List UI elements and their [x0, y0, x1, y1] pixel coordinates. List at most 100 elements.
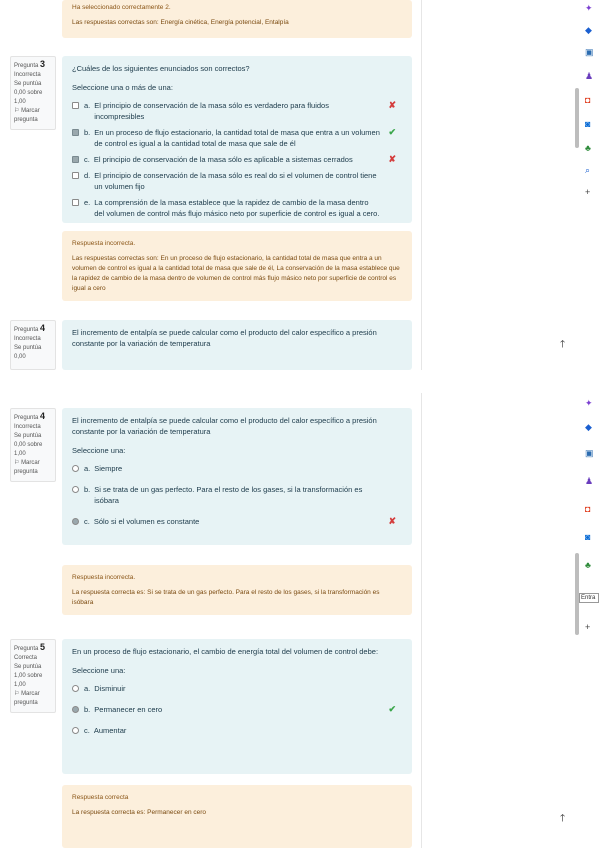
answer-option[interactable]: c. Sólo si el volumen es constante ✘ [72, 514, 402, 530]
answer-letter: d. [84, 171, 91, 180]
answer-text: El principio de conservación de la masa … [94, 101, 329, 121]
answer-option[interactable]: a. El principio de conservación de la ma… [72, 98, 402, 125]
answer-letter: b. [84, 128, 91, 137]
answer-letter: a. [84, 101, 91, 110]
answer-option[interactable]: b. Permanecer en cero ✔ [72, 702, 402, 718]
radio-button[interactable] [72, 486, 79, 493]
add-icon[interactable]: + [585, 188, 590, 197]
radio-button[interactable] [72, 706, 79, 713]
answer-text: La comprensión de la masa establece que … [94, 198, 380, 218]
answer-text: El principio de conservación de la masa … [94, 171, 377, 191]
question-5-feedback: Respuesta correcta La respuesta correcta… [62, 785, 412, 848]
scrollbar-thumb[interactable] [575, 88, 579, 148]
previous-feedback-line2: Las respuestas correctas son: Energía ci… [72, 19, 289, 26]
sidebar-rail: ✦ ◆ ▣ ♟ ◘ ◙ ♣ ⌕ + [581, 0, 599, 370]
question-5-score: Se puntúa 1,00 sobre 1,00 [14, 664, 43, 688]
flag-icon: ⚐ [14, 108, 20, 114]
incorrect-icon: ✘ [388, 516, 396, 526]
question-4-prompt: El incremento de entalpía se puede calcu… [72, 416, 377, 436]
question-4-feedback: Respuesta incorrecta. La respuesta corre… [62, 565, 412, 615]
question-3-feedback: Respuesta incorrecta. Las respuestas cor… [62, 231, 412, 301]
checkbox[interactable] [72, 102, 79, 109]
radio-button[interactable] [72, 685, 79, 692]
answer-option[interactable]: e. La comprensión de la masa establece q… [72, 195, 402, 222]
radio-button[interactable] [72, 727, 79, 734]
checkbox[interactable] [72, 172, 79, 179]
diamond-icon[interactable]: ◆ [585, 423, 592, 432]
feedback-title: Respuesta correcta [72, 794, 129, 801]
person-icon[interactable]: ♟ [585, 72, 593, 81]
answer-option[interactable]: b. Si se trata de un gas perfecto. Para … [72, 482, 402, 509]
question-3-score: Se puntúa 0,00 sobre 1,00 [14, 81, 43, 105]
scroll-to-top-icon[interactable]: 🡑 [560, 811, 565, 828]
question-3-status: Incorrecta [14, 72, 41, 78]
answer-letter: e. [84, 198, 91, 207]
question-4-select-label: Seleccione una: [72, 446, 126, 455]
correct-icon: ✔ [388, 704, 396, 714]
answer-letter: c. [84, 155, 90, 164]
question-3-info: Pregunta 3 Incorrecta Se puntúa 0,00 sob… [10, 56, 56, 130]
answer-letter: c. [84, 726, 90, 735]
briefcase-icon[interactable]: ▣ [585, 449, 594, 458]
incorrect-icon: ✘ [388, 154, 396, 164]
checkbox[interactable] [72, 156, 79, 163]
tree-icon[interactable]: ♣ [585, 144, 591, 153]
radio-button[interactable] [72, 465, 79, 472]
question-4-number: Pregunta 4 [14, 411, 46, 422]
answer-text: Aumentar [93, 726, 127, 735]
question-5-info: Pregunta 5 Correcta Se puntúa 1,00 sobre… [10, 639, 56, 713]
correct-icon: ✔ [388, 127, 396, 137]
outlook-icon[interactable]: ◙ [585, 120, 590, 129]
diamond-icon[interactable]: ◆ [585, 26, 592, 35]
question-4-status: Incorrecta [14, 424, 41, 430]
answer-option[interactable]: b. En un proceso de flujo estacionario, … [72, 125, 402, 152]
radio-button[interactable] [72, 518, 79, 525]
question-4-prompt: El incremento de entalpía se puede calcu… [72, 328, 377, 348]
office-icon[interactable]: ◘ [585, 505, 590, 514]
previous-feedback: Ha seleccionado correctamente 2. Las res… [62, 0, 412, 38]
question-4-content: El incremento de entalpía se puede calcu… [62, 408, 412, 545]
feedback-title: Respuesta incorrecta. [72, 240, 136, 247]
answer-option[interactable]: c. Aumentar [72, 723, 402, 739]
flag-question-5[interactable]: ⚐ Marcar pregunta [14, 690, 52, 708]
feedback-text: La respuesta correcta es: Permanecer en … [72, 809, 207, 816]
checkbox[interactable] [72, 129, 79, 136]
flag-question-3[interactable]: ⚐ Marcar pregunta [14, 107, 52, 125]
question-4-status: Incorrecta [14, 336, 41, 342]
answer-text: El principio de conservación de la masa … [93, 155, 353, 164]
entra-button[interactable]: Entra [579, 593, 599, 603]
answer-option[interactable]: c. El principio de conservación de la ma… [72, 152, 402, 168]
question-3-number: Pregunta 3 [14, 59, 46, 70]
search-icon[interactable]: ⌕ [585, 166, 590, 175]
question-5-content: En un proceso de flujo estacionario, el … [62, 639, 412, 774]
question-5-prompt: En un proceso de flujo estacionario, el … [72, 647, 379, 656]
star-icon[interactable]: ✦ [585, 4, 593, 13]
feedback-title: Respuesta incorrecta. [72, 574, 136, 581]
bottom-screenshot: Pregunta 4 Incorrecta Se puntúa 0,00 sob… [0, 393, 599, 848]
checkbox[interactable] [72, 199, 79, 206]
office-icon[interactable]: ◘ [585, 96, 590, 105]
answer-letter: c. [84, 517, 90, 526]
question-4-info: Pregunta 4 Incorrecta Se puntúa 0,00 [10, 320, 56, 370]
column-divider [421, 0, 422, 370]
answer-text: Sólo si el volumen es constante [93, 517, 200, 526]
answer-option[interactable]: a. Disminuir [72, 681, 402, 697]
answer-option[interactable]: a. Siempre [72, 461, 402, 477]
briefcase-icon[interactable]: ▣ [585, 48, 594, 57]
person-icon[interactable]: ♟ [585, 477, 593, 486]
flag-icon: ⚐ [14, 460, 20, 466]
question-3-select-label: Seleccione una o más de una: [72, 83, 173, 92]
question-3-content: ¿Cuáles de los siguientes enunciados son… [62, 56, 412, 223]
question-3-prompt: ¿Cuáles de los siguientes enunciados son… [72, 64, 250, 73]
column-divider [421, 393, 422, 848]
answer-option[interactable]: d. El principio de conservación de la ma… [72, 168, 402, 195]
tree-icon[interactable]: ♣ [585, 561, 591, 570]
scroll-to-top-icon[interactable]: 🡑 [560, 337, 565, 354]
outlook-icon[interactable]: ◙ [585, 533, 590, 542]
answer-letter: a. [84, 464, 91, 473]
answer-text: En un proceso de flujo estacionario, la … [94, 128, 380, 148]
add-icon[interactable]: + [585, 623, 590, 632]
flag-question-4[interactable]: ⚐ Marcar pregunta [14, 459, 52, 477]
star-icon[interactable]: ✦ [585, 399, 593, 408]
flag-icon: ⚐ [14, 691, 20, 697]
